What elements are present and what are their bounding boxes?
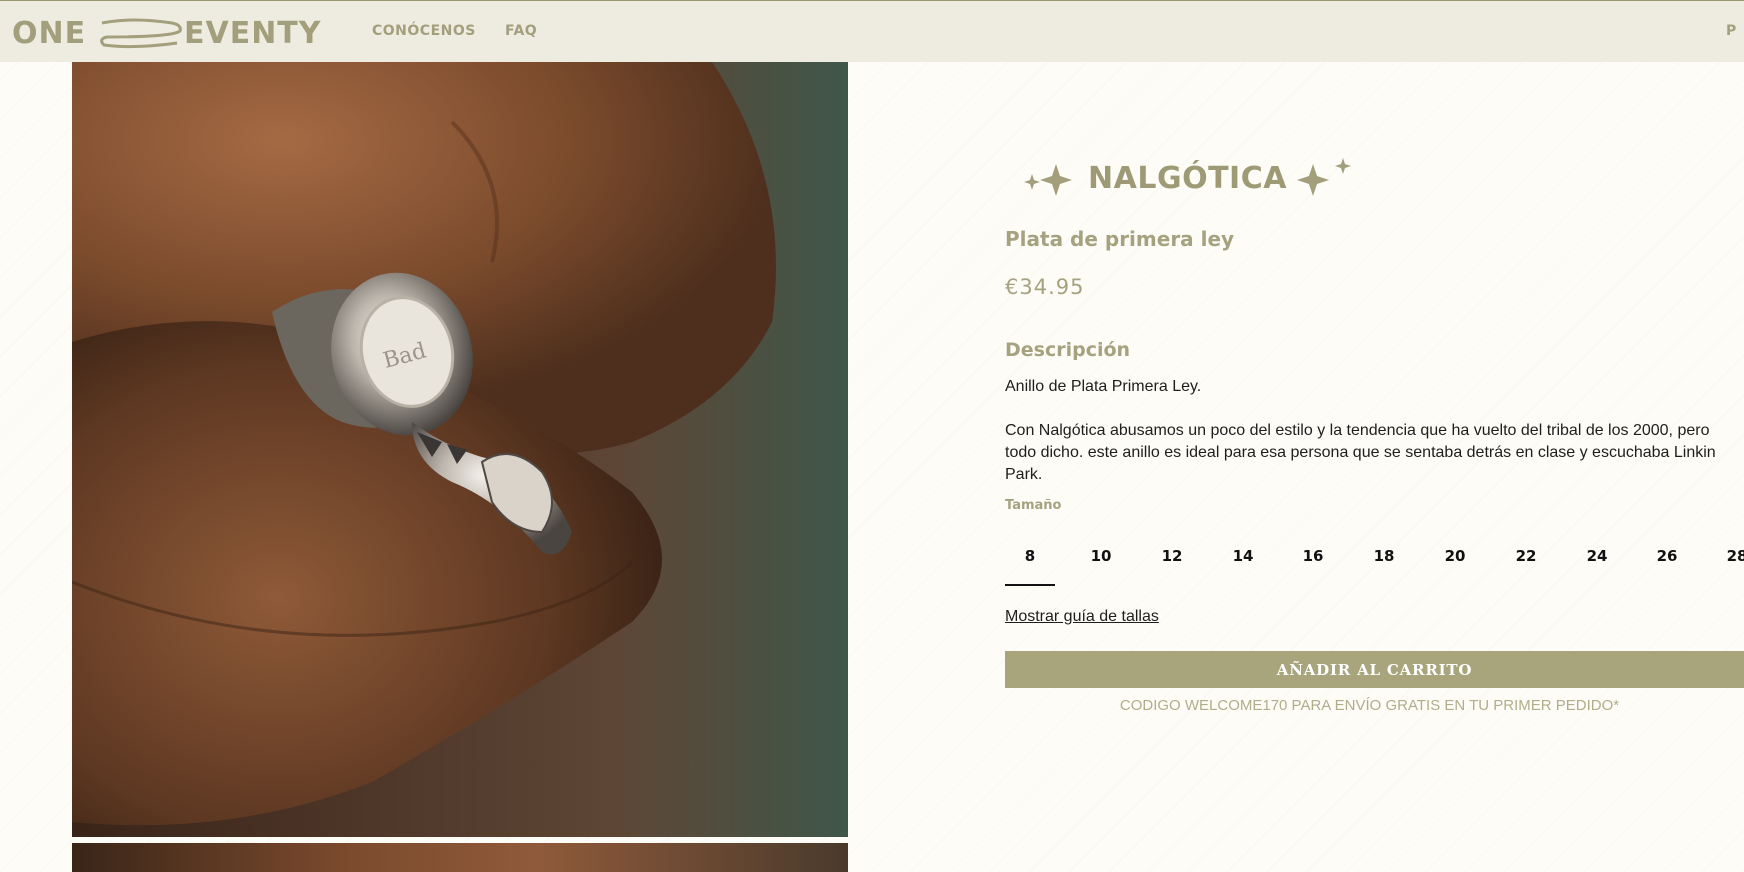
size-option[interactable]: 26 (1642, 536, 1692, 586)
description-heading: Descripción (1005, 339, 1131, 361)
site-header: ONE EVENTY CONÓCENOS FAQ P (0, 0, 1744, 62)
size-option[interactable]: 16 (1288, 536, 1338, 586)
description-paragraph-2: Con Nalgótica abusamos un poco del estil… (1005, 422, 1716, 483)
nav-conocenos[interactable]: CONÓCENOS (372, 23, 476, 39)
size-option[interactable]: 10 (1076, 536, 1126, 586)
product-subtitle: Plata de primera ley (1005, 227, 1235, 251)
product-price: €34.95 (1005, 275, 1085, 299)
size-option[interactable]: 8 (1005, 536, 1055, 586)
product-photo-secondary[interactable] (72, 843, 848, 872)
size-option[interactable]: 18 (1359, 536, 1409, 586)
promo-text: CODIGO WELCOME170 PARA ENVÍO GRATIS EN T… (1119, 697, 1620, 714)
size-guide-link[interactable]: Mostrar guía de tallas (1005, 608, 1159, 626)
size-selector: 8 10 12 14 16 18 20 22 24 26 28 (1005, 536, 1744, 586)
add-to-cart-button[interactable]: AÑADIR AL CARRITO (1005, 651, 1744, 688)
product-info-panel: NALGÓTICA Plata de primera ley €34.95 De… (1005, 62, 1744, 872)
size-option[interactable]: 22 (1501, 536, 1551, 586)
sparkle-icon (1024, 164, 1072, 196)
product-title: NALGÓTICA (1088, 160, 1287, 196)
nav-right-link[interactable]: P (1726, 23, 1737, 39)
ring-photo-illustration: Bad (72, 62, 848, 837)
size-label: Tamaño (1005, 498, 1062, 513)
svg-text:EVENTY: EVENTY (184, 16, 322, 49)
sparkle-icon (1296, 158, 1351, 196)
nav-faq[interactable]: FAQ (505, 23, 537, 39)
product-title-wrap: NALGÓTICA (1020, 158, 1355, 198)
size-option[interactable]: 20 (1430, 536, 1480, 586)
product-photo-main[interactable]: Bad (72, 62, 848, 837)
size-option[interactable]: 28 (1712, 536, 1744, 586)
size-option[interactable]: 12 (1147, 536, 1197, 586)
size-option[interactable]: 14 (1218, 536, 1268, 586)
svg-text:ONE: ONE (12, 16, 86, 49)
size-option[interactable]: 24 (1572, 536, 1622, 586)
brand-logo[interactable]: ONE EVENTY (12, 15, 352, 49)
description-paragraph-1: Anillo de Plata Primera Ley. (1005, 378, 1202, 395)
